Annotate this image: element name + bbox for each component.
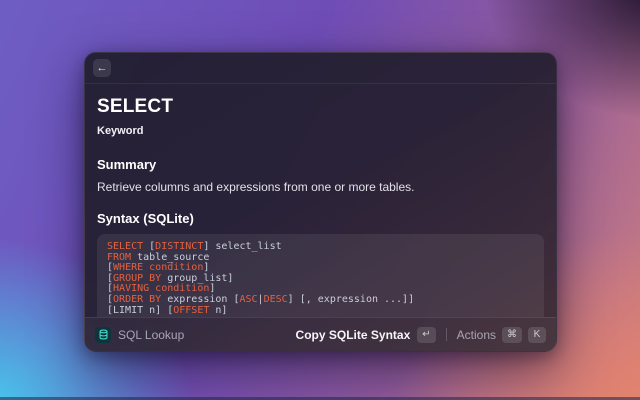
back-button[interactable]: ← — [93, 59, 111, 77]
database-icon — [95, 327, 111, 343]
syntax-code-block: SELECT [DISTINCT] select_listFROM table_… — [97, 234, 544, 317]
copy-syntax-label: Copy SQLite Syntax — [296, 328, 411, 342]
actions-label: Actions — [457, 328, 496, 342]
summary-heading: Summary — [97, 157, 544, 172]
enter-key-icon: ↵ — [417, 327, 435, 343]
detail-content: SELECT Keyword Summary Retrieve columns … — [85, 84, 556, 317]
arrow-left-icon: ← — [97, 63, 108, 74]
summary-text: Retrieve columns and expressions from on… — [97, 180, 544, 194]
app-chip: SQL Lookup — [95, 327, 184, 343]
actions-menu-button[interactable]: Actions ⌘ K — [457, 327, 546, 343]
footer-actions: Copy SQLite Syntax ↵ Actions ⌘ K — [296, 327, 546, 343]
window-header: ← — [85, 53, 556, 84]
code-line: [LIMIT n] [OFFSET n] — [107, 306, 534, 317]
page-title: SELECT — [97, 96, 544, 118]
copy-syntax-button[interactable]: Copy SQLite Syntax ↵ — [296, 327, 436, 343]
keyword-type-label: Keyword — [97, 125, 544, 137]
app-name-label: SQL Lookup — [118, 328, 184, 342]
syntax-heading: Syntax (SQLite) — [97, 211, 544, 226]
app-window: ← SELECT Keyword Summary Retrieve column… — [84, 52, 557, 352]
desktop-background: { "header": { "back_icon": "←" }, "doc":… — [0, 0, 640, 400]
footer-divider — [446, 328, 447, 341]
cmd-key-icon: ⌘ — [502, 327, 522, 343]
k-key-icon: K — [528, 327, 546, 343]
footer-bar: SQL Lookup Copy SQLite Syntax ↵ Actions … — [85, 317, 556, 351]
